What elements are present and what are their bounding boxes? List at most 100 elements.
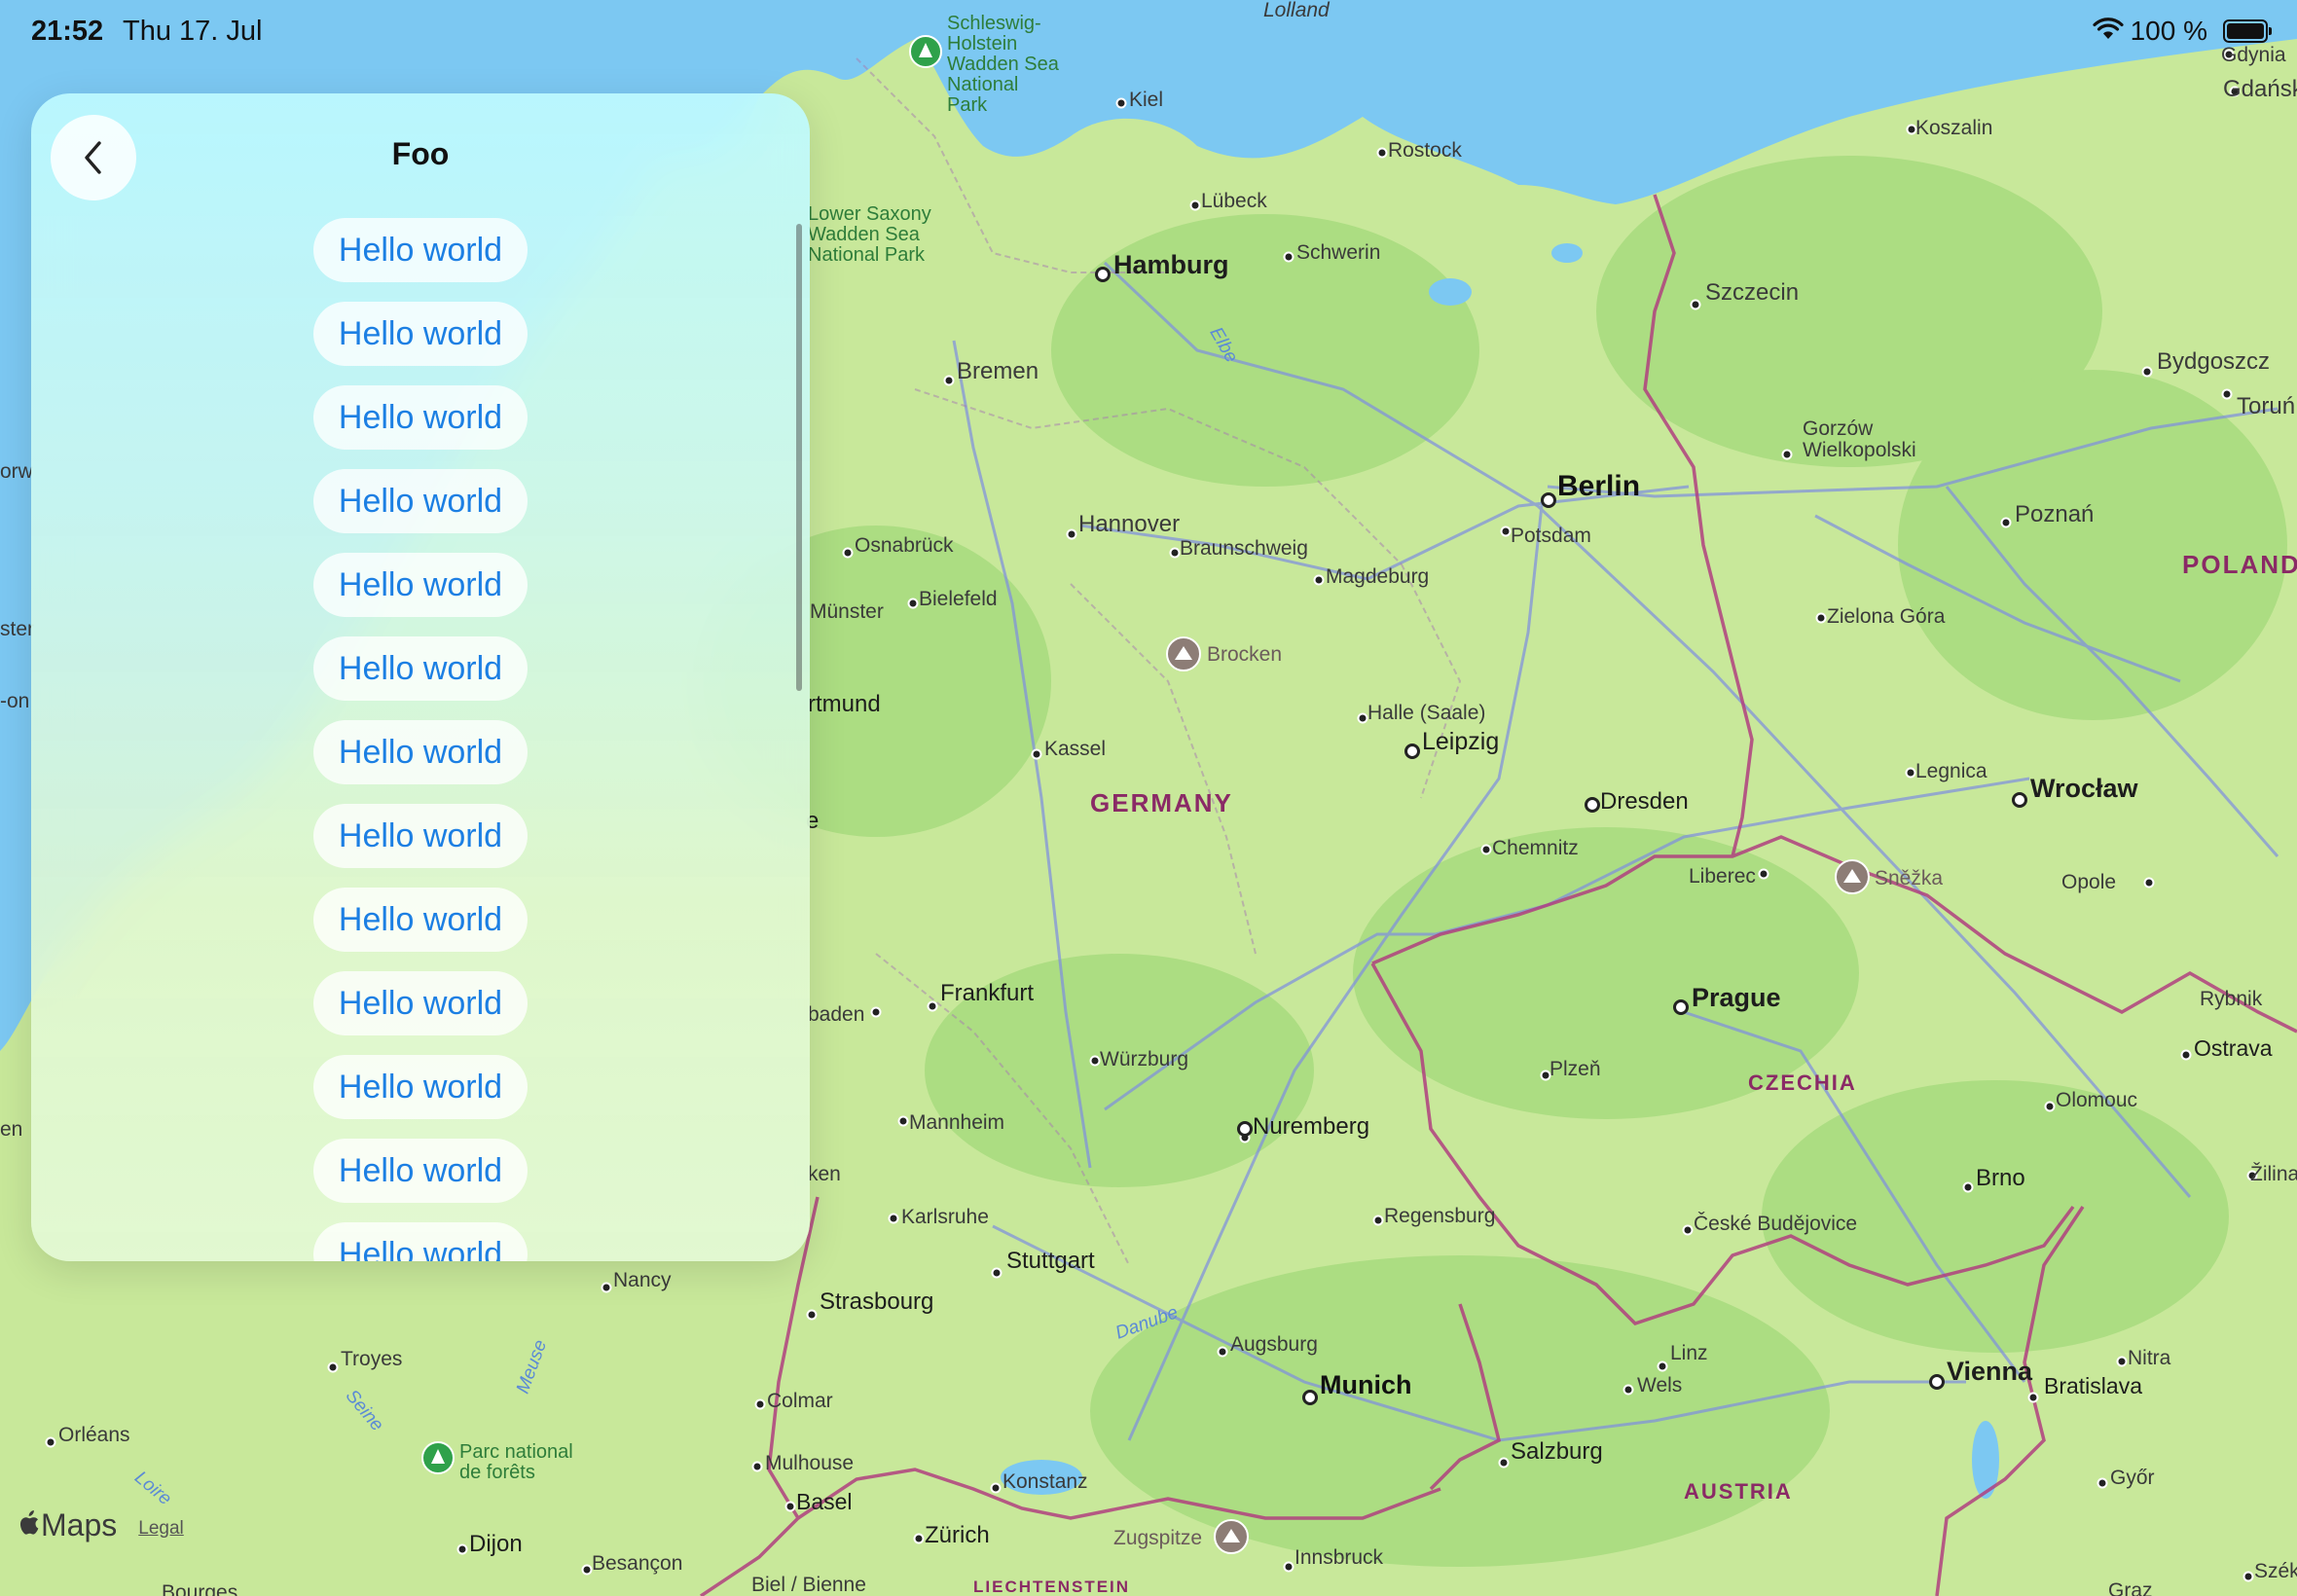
map-label: Opole	[2061, 871, 2117, 893]
hello-world-button[interactable]: Hello world	[313, 720, 528, 784]
hello-world-button[interactable]: Hello world	[313, 218, 528, 282]
map-label: Liberec	[1689, 865, 1756, 888]
map-label: Hamburg	[1113, 250, 1229, 279]
hello-world-button[interactable]: Hello world	[313, 1055, 528, 1119]
map-label: Bourges	[162, 1581, 238, 1596]
map-label: rtmund	[808, 691, 881, 717]
mountain-icon	[1214, 1519, 1249, 1554]
scrollbar[interactable]	[796, 224, 802, 691]
map-label: České Budějovice	[1694, 1213, 1858, 1235]
hello-world-button[interactable]: Hello world	[313, 469, 528, 533]
map-label: Kassel	[1044, 738, 1107, 760]
map-label: ken	[808, 1163, 841, 1185]
map-label: -on	[0, 690, 30, 712]
map-label: Orléans	[58, 1424, 130, 1446]
map-label: Besançon	[592, 1552, 683, 1575]
map-label: Parc national de forêts	[459, 1441, 573, 1483]
map-label: LIECHTENSTEIN	[973, 1578, 1131, 1596]
map-label: Bydgoszcz	[2157, 348, 2271, 375]
map-label: Augsburg	[1230, 1333, 1318, 1356]
status-bar: 21:52 Thu 17. Jul 100 %	[0, 0, 2297, 58]
map-label: Koszalin	[1915, 117, 1993, 139]
map-label: Würzburg	[1100, 1048, 1189, 1070]
status-time: 21:52	[31, 16, 104, 47]
map-label: Linz	[1670, 1342, 1708, 1364]
map-label: Gorzów Wielkopolski	[1803, 417, 1916, 462]
map-label: Mulhouse	[765, 1452, 855, 1474]
map-label: Zugspitze	[1113, 1527, 1203, 1549]
map-label: Hannover	[1078, 511, 1181, 537]
apple-logo-icon	[18, 1506, 39, 1544]
park-icon	[421, 1441, 455, 1474]
map-label: Lübeck	[1201, 190, 1267, 212]
mountain-icon	[1835, 859, 1870, 894]
map-label: Bielefeld	[919, 588, 998, 610]
wifi-icon	[2093, 18, 2124, 46]
mountain-icon	[1166, 636, 1201, 671]
hello-world-button[interactable]: Hello world	[313, 804, 528, 868]
map-label: Bratislava	[2044, 1373, 2142, 1398]
panel-title: Foo	[391, 136, 450, 171]
map-label: Žilina	[2250, 1163, 2297, 1185]
map-label: Strasbourg	[820, 1288, 934, 1315]
hello-world-button[interactable]: Hello world	[313, 1139, 528, 1203]
hello-world-button[interactable]: Hello world	[313, 1222, 528, 1261]
hello-world-button[interactable]: Hello world	[313, 302, 528, 366]
map-label: Innsbruck	[1294, 1546, 1384, 1569]
map-label: Salzburg	[1511, 1438, 1603, 1465]
map-label: Halle (Saale)	[1367, 702, 1486, 724]
battery-icon	[2223, 19, 2272, 43]
map-label: Nancy	[613, 1269, 672, 1291]
map-label: Vienna	[1947, 1357, 2033, 1386]
hello-world-button[interactable]: Hello world	[313, 971, 528, 1035]
map-label: Prague	[1692, 983, 1781, 1012]
map-label: Legnica	[1915, 760, 1987, 782]
map-label: Wels	[1637, 1374, 1683, 1396]
map-label: Chemnitz	[1492, 837, 1579, 859]
hello-world-button[interactable]: Hello world	[313, 553, 528, 617]
map-label: Ostrava	[2194, 1035, 2273, 1061]
map-label: Wrocław	[2030, 774, 2138, 803]
hello-world-button[interactable]: Hello world	[313, 636, 528, 701]
map-label: Biel / Bienne	[751, 1574, 866, 1596]
map-label: Győr	[2110, 1467, 2155, 1489]
map-label: Bremen	[957, 358, 1039, 384]
map-label: Széke	[2254, 1560, 2297, 1582]
map-label: Magdeburg	[1326, 565, 1430, 588]
map-label: Poznań	[2015, 501, 2095, 527]
hello-world-button[interactable]: Hello world	[313, 385, 528, 450]
map-label: Lower Saxony Wadden Sea National Park	[808, 203, 931, 266]
map-label: POLAND	[2182, 550, 2297, 579]
map-label: Nuremberg	[1253, 1113, 1370, 1140]
maps-branding: Maps Legal	[18, 1506, 184, 1544]
map-label: Graz	[2108, 1579, 2153, 1596]
map-label: Osnabrück	[855, 534, 954, 557]
map-label: ster	[0, 618, 35, 640]
map-label: baden	[808, 1003, 865, 1026]
map-label: Plzeň	[1550, 1058, 1601, 1080]
map-label: Braunschweig	[1180, 537, 1308, 560]
map-label: Szczecin	[1705, 279, 1800, 306]
map-label: Rostock	[1388, 139, 1462, 162]
hello-world-button[interactable]: Hello world	[313, 888, 528, 952]
map-label: Regensburg	[1384, 1205, 1496, 1227]
sheet-panel: Foo Hello world Hello world Hello world …	[31, 93, 810, 1261]
map-label: Olomouc	[2056, 1089, 2138, 1111]
button-list[interactable]: Hello world Hello world Hello world Hell…	[31, 218, 810, 1261]
map-label: CZECHIA	[1748, 1070, 1857, 1095]
map-label: Schwerin	[1296, 241, 1381, 264]
map-label: Berlin	[1557, 470, 1641, 502]
map-label: Troyes	[341, 1348, 403, 1370]
map-label: Zürich	[925, 1522, 990, 1548]
map-label: orw	[0, 460, 33, 483]
map-label: Münster	[810, 600, 884, 623]
map-label: Sněžka	[1875, 867, 1944, 889]
map-label: GERMANY	[1090, 788, 1233, 817]
map-label: Kiel	[1129, 89, 1164, 111]
status-date: Thu 17. Jul	[123, 16, 263, 47]
legal-link[interactable]: Legal	[138, 1518, 184, 1540]
map-label: Zielona Góra	[1827, 605, 1946, 628]
map-label: Leipzig	[1422, 728, 1500, 755]
map-label: Brocken	[1207, 643, 1283, 666]
map-label: Munich	[1320, 1370, 1412, 1399]
